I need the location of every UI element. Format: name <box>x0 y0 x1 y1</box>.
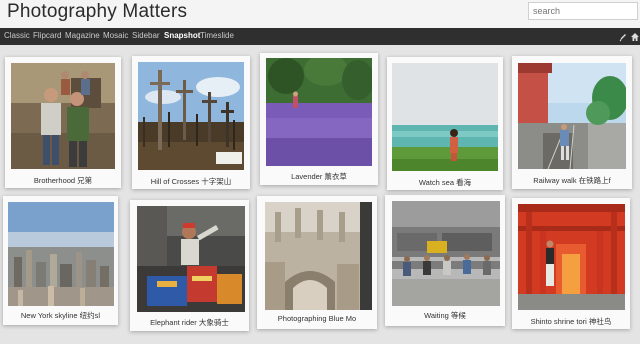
photo-caption: Railway walk 在铁路上f <box>533 176 611 185</box>
home-icon[interactable] <box>630 30 640 42</box>
photo-caption: Brotherhood 兄第 <box>33 176 93 185</box>
photo-caption: Watch sea 看海 <box>418 178 472 187</box>
photo-elephant-rider[interactable] <box>137 206 245 312</box>
nav-item-classic[interactable]: Classic <box>4 31 30 40</box>
photo-brotherhood[interactable] <box>11 63 115 169</box>
photo-card[interactable]: Shinto shrine tori 神社鸟 <box>512 198 630 329</box>
photo-card[interactable]: Watch sea 看海 <box>387 57 503 190</box>
blog-header: Photography Matters <box>0 0 640 28</box>
photo-caption: Waiting 等候 <box>424 311 466 320</box>
photo-card[interactable]: Brotherhood 兄第 <box>5 57 121 188</box>
photo-shinto-shrine[interactable] <box>518 204 625 310</box>
nav-item-sidebar[interactable]: Sidebar <box>132 31 160 40</box>
photo-watch-sea[interactable] <box>392 63 498 171</box>
view-nav-bar: Classic Flipcard Magazine Mosaic Sidebar… <box>0 28 640 45</box>
photo-card[interactable]: Photographing Blue Mo <box>257 196 377 329</box>
photo-card[interactable]: Lavender 薰衣草 <box>260 53 378 185</box>
photo-card[interactable]: Hill of Crosses 十字架山 <box>132 56 250 189</box>
nav-item-magazine[interactable]: Magazine <box>65 31 100 40</box>
photo-hill-of-crosses[interactable] <box>138 62 244 170</box>
photo-caption: Lavender 薰衣草 <box>291 172 347 181</box>
photo-card[interactable]: Railway walk 在铁路上f <box>512 56 632 189</box>
photo-new-york-skyline[interactable] <box>8 202 114 306</box>
photo-waiting[interactable] <box>392 201 500 306</box>
photo-lavender[interactable] <box>266 58 372 166</box>
photo-card[interactable]: Waiting 等候 <box>385 195 505 326</box>
blog-title[interactable]: Photography Matters <box>7 1 187 23</box>
photo-caption: Shinto shrine tori 神社鸟 <box>530 317 612 326</box>
photo-caption: New York skyline 纽约sl <box>20 311 101 320</box>
photo-blue-mosque[interactable] <box>265 202 372 310</box>
search-input[interactable] <box>528 2 638 20</box>
pencil-icon[interactable] <box>618 30 628 42</box>
photo-caption: Photographing Blue Mo <box>277 314 357 323</box>
photo-railway-walk[interactable] <box>518 63 626 169</box>
photo-caption: Elephant rider 大象骑士 <box>150 318 229 327</box>
photo-card[interactable]: Elephant rider 大象骑士 <box>130 200 249 331</box>
nav-item-mosaic[interactable]: Mosaic <box>103 31 128 40</box>
photo-card[interactable]: New York skyline 纽约sl <box>3 196 118 325</box>
nav-item-snapshot[interactable]: Snapshot <box>164 31 200 40</box>
nav-item-timeslide[interactable]: Timeslide <box>200 31 234 40</box>
photo-caption: Hill of Crosses 十字架山 <box>150 177 232 186</box>
nav-item-flipcard[interactable]: Flipcard <box>33 31 61 40</box>
